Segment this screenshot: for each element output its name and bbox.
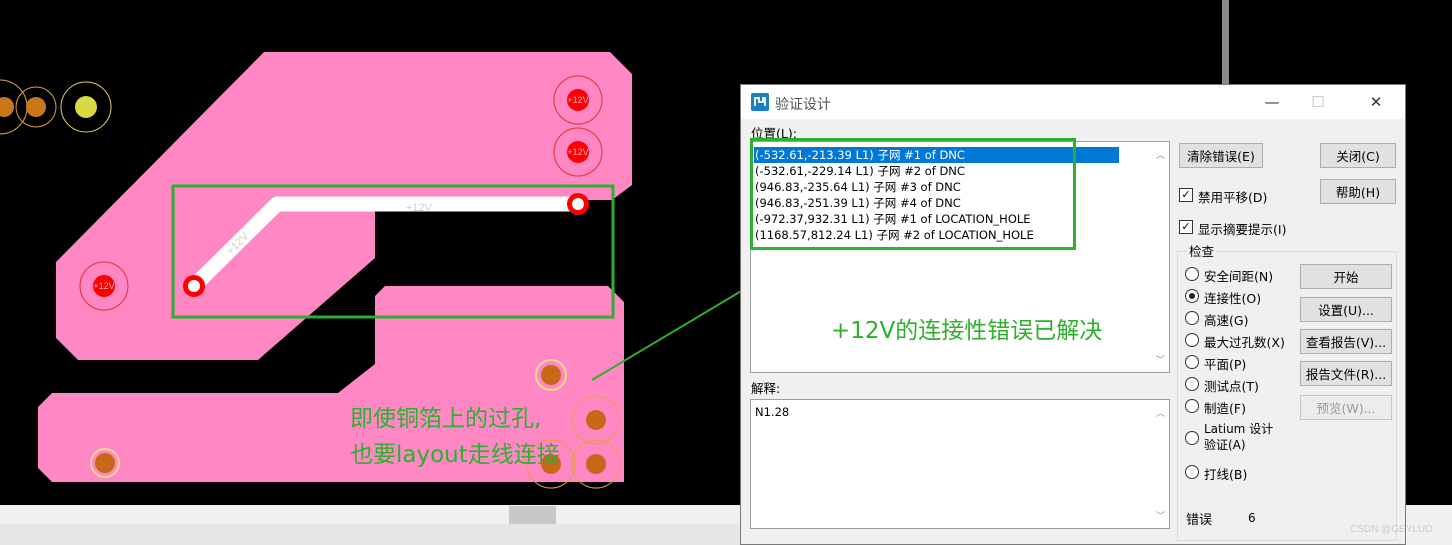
app-logo-icon [751, 93, 769, 111]
show-hint-label: 显示摘要提示(I) [1198, 222, 1287, 237]
start-button[interactable]: 开始 [1300, 264, 1392, 289]
scroll-down-icon[interactable]: ﹀ [1152, 507, 1169, 524]
radio-fabrication[interactable] [1185, 399, 1199, 413]
via-pad [0, 97, 14, 117]
via-net-label: +12V [567, 95, 588, 105]
via-net-label: +12V [567, 147, 588, 157]
maximize-icon: ☐ [1311, 93, 1325, 111]
via-annotation-line1: 即使铜箔上的过孔, [350, 406, 542, 432]
trace-endpoint-via-core [572, 198, 584, 210]
help-button[interactable]: 帮助(H) [1320, 179, 1396, 204]
view-report-button[interactable]: 查看报告(V)... [1300, 329, 1392, 354]
radio-wire-bond[interactable] [1185, 465, 1199, 479]
close-icon[interactable]: ✕ [1353, 85, 1399, 119]
preview-button: 预览(W)... [1300, 395, 1392, 420]
radio-test-point[interactable] [1185, 377, 1199, 391]
scrollbar-thumb[interactable] [509, 506, 556, 524]
disable-pan-checkbox[interactable]: ✓ [1179, 188, 1193, 202]
via-pad [26, 97, 46, 117]
via-pad [586, 454, 606, 474]
explanation-label: 解释: [751, 381, 781, 396]
via-pad [586, 410, 606, 430]
highlight-box-locations [750, 138, 1076, 250]
clear-errors-button[interactable]: 清除错误(E) [1179, 143, 1263, 168]
location-scrollbar[interactable]: ︿ ﹀ [1152, 142, 1169, 372]
explanation-text: N1.28 [755, 405, 790, 419]
explanation-scrollbar[interactable]: ︿ ﹀ [1152, 400, 1169, 528]
minimize-icon[interactable]: — [1249, 85, 1295, 119]
radio-connectivity-label: 连接性(O) [1204, 291, 1262, 306]
trace-net-label: +12V [406, 202, 433, 214]
show-hint-checkbox[interactable]: ✓ [1179, 220, 1193, 234]
trace-endpoint-via-core [188, 280, 200, 292]
errors-count: 6 [1248, 511, 1256, 525]
via-pad [95, 453, 115, 473]
radio-high-speed-label: 高速(G) [1204, 313, 1249, 328]
scroll-up-icon[interactable]: ︿ [1152, 404, 1169, 421]
radio-wire-bond-label: 打线(B) [1204, 467, 1248, 482]
report-file-button[interactable]: 报告文件(R)... [1300, 361, 1392, 386]
radio-latium[interactable] [1185, 431, 1199, 445]
radio-fabrication-label: 制造(F) [1204, 401, 1246, 416]
radio-plane[interactable] [1185, 355, 1199, 369]
radio-max-vias-label: 最大过孔数(X) [1204, 335, 1285, 350]
via-pad [541, 365, 561, 385]
check-group-label: 检查 [1187, 241, 1217, 260]
explanation-box[interactable]: N1.28 ︿ ﹀ [750, 399, 1170, 529]
via-pad [75, 96, 97, 118]
resolved-annotation: +12V的连接性错误已解决 [831, 318, 1103, 344]
radio-plane-label: 平面(P) [1204, 357, 1247, 372]
scrollbar-lower-strip [0, 524, 740, 545]
scroll-up-icon[interactable]: ︿ [1152, 146, 1169, 163]
canvas-scroll-marker [1222, 0, 1229, 84]
radio-clearance[interactable] [1185, 267, 1199, 281]
via-annotation-line2: 也要layout走线连接 [350, 442, 560, 468]
radio-max-vias[interactable] [1185, 333, 1199, 347]
radio-connectivity[interactable] [1185, 289, 1199, 303]
close-button[interactable]: 关闭(C) [1320, 143, 1396, 168]
errors-label: 错误 [1186, 513, 1213, 528]
scroll-down-icon[interactable]: ﹀ [1152, 351, 1169, 368]
radio-latium-label: Latium 设计 验证(A) [1204, 422, 1274, 452]
dialog-titlebar[interactable]: 验证设计 — ☐ ✕ [741, 85, 1405, 119]
settings-button[interactable]: 设置(U)... [1300, 297, 1392, 322]
via-net-label: +12V [93, 281, 114, 291]
radio-high-speed[interactable] [1185, 311, 1199, 325]
radio-test-point-label: 测试点(T) [1204, 379, 1259, 394]
dialog-title: 验证设计 [775, 97, 831, 113]
radio-clearance-label: 安全间距(N) [1204, 269, 1274, 284]
watermark: CSDN @GEYLUO [1350, 524, 1433, 535]
disable-pan-label: 禁用平移(D) [1198, 190, 1268, 205]
